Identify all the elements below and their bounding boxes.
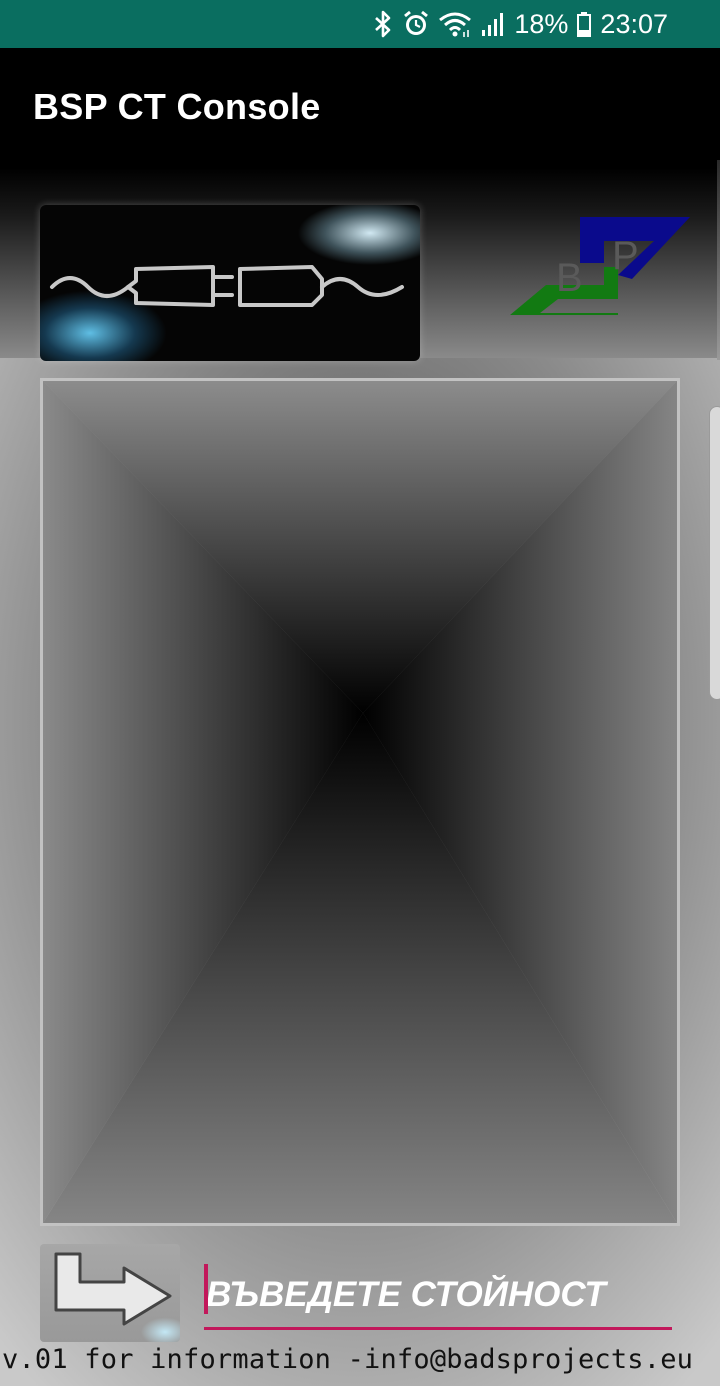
- battery-percent: 18%: [514, 8, 569, 39]
- text-cursor: [204, 1264, 208, 1314]
- app-title: BSP CT Console: [33, 86, 321, 127]
- scrollbar-handle[interactable]: [709, 406, 720, 700]
- send-button[interactable]: [40, 1244, 180, 1342]
- value-input[interactable]: [204, 1262, 672, 1330]
- connect-button[interactable]: [40, 205, 420, 361]
- signal-icon: [480, 10, 506, 38]
- alarm-icon: [402, 10, 430, 38]
- bluetooth-icon: [372, 10, 394, 38]
- clock: 23:07: [600, 8, 668, 39]
- status-bar: 18% 23:07: [0, 0, 720, 48]
- app-bar: BSP CT Console: [0, 48, 720, 168]
- logo-letter-p: P: [612, 234, 639, 278]
- turn-right-arrow-icon: [54, 1252, 172, 1326]
- bsp-logo: B P: [506, 213, 694, 319]
- footer-info: v.01 for information -info@badsprojects.…: [2, 1344, 694, 1375]
- plug-connector-icon: [50, 265, 404, 307]
- console-output[interactable]: [40, 378, 680, 1226]
- console-background: [43, 381, 677, 1223]
- battery-icon: [576, 10, 592, 38]
- logo-letter-b: B: [556, 256, 583, 300]
- wifi-icon: [438, 10, 472, 38]
